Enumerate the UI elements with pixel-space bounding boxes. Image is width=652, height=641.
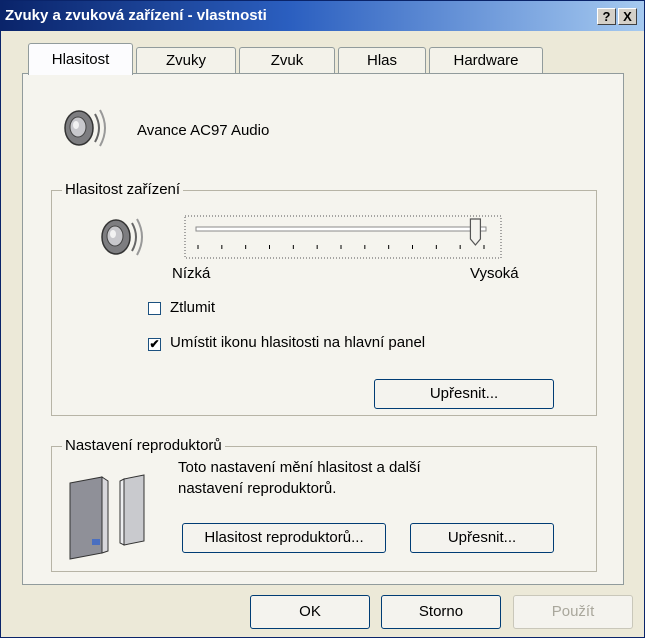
volume-advanced-button[interactable]: Upřesnit... (374, 379, 554, 409)
properties-dialog: Zvuky a zvuková zařízení - vlastnosti ? … (0, 0, 645, 638)
speaker-icon (64, 109, 106, 147)
cancel-button[interactable]: Storno (381, 595, 501, 629)
tab-hardware[interactable]: Hardware (429, 47, 543, 73)
tab-hlas[interactable]: Hlas (338, 47, 426, 73)
mute-checkbox[interactable] (148, 302, 161, 315)
tab-hlasitost[interactable]: Hlasitost (28, 43, 133, 75)
device-name: Avance AC97 Audio (137, 122, 270, 139)
volume-high-label: Vysoká (470, 265, 519, 282)
speaker-group-legend: Nastavení reproduktorů (62, 437, 225, 454)
volume-slider[interactable] (184, 215, 502, 259)
speaker-description: Toto nastavení mění hlasitost a další na… (178, 459, 421, 497)
volume-group-legend: Hlasitost zařízení (62, 181, 184, 198)
tab-panel: Avance AC97 Audio Hlasitost zařízení Níz… (22, 73, 624, 585)
speaker-advanced-button[interactable]: Upřesnit... (410, 523, 554, 553)
window-title: Zvuky a zvuková zařízení - vlastnosti (5, 7, 267, 24)
speakers-icon (69, 474, 145, 560)
tab-zvuk[interactable]: Zvuk (239, 47, 335, 73)
mute-label[interactable]: Ztlumit (170, 299, 215, 316)
tab-zvuky[interactable]: Zvuky (136, 47, 236, 73)
close-button[interactable]: X (618, 8, 637, 25)
volume-speaker-icon (101, 218, 143, 256)
volume-low-label: Nízká (172, 265, 211, 282)
volume-groupbox: Hlasitost zařízení Nízká Vysoká Ztlumit … (51, 181, 597, 416)
ok-button[interactable]: OK (250, 595, 370, 629)
speaker-volume-button[interactable]: Hlasitost reproduktorů... (182, 523, 386, 553)
title-bar[interactable]: Zvuky a zvuková zařízení - vlastnosti ? … (1, 1, 644, 31)
help-button[interactable]: ? (597, 8, 616, 25)
speaker-groupbox: Nastavení reproduktorů Toto nastavení mě… (51, 437, 597, 572)
tray-icon-label[interactable]: Umístit ikonu hlasitosti na hlavní panel (170, 334, 425, 351)
tray-icon-checkbox[interactable]: ✔ (148, 338, 161, 351)
apply-button[interactable]: Použít (513, 595, 633, 629)
